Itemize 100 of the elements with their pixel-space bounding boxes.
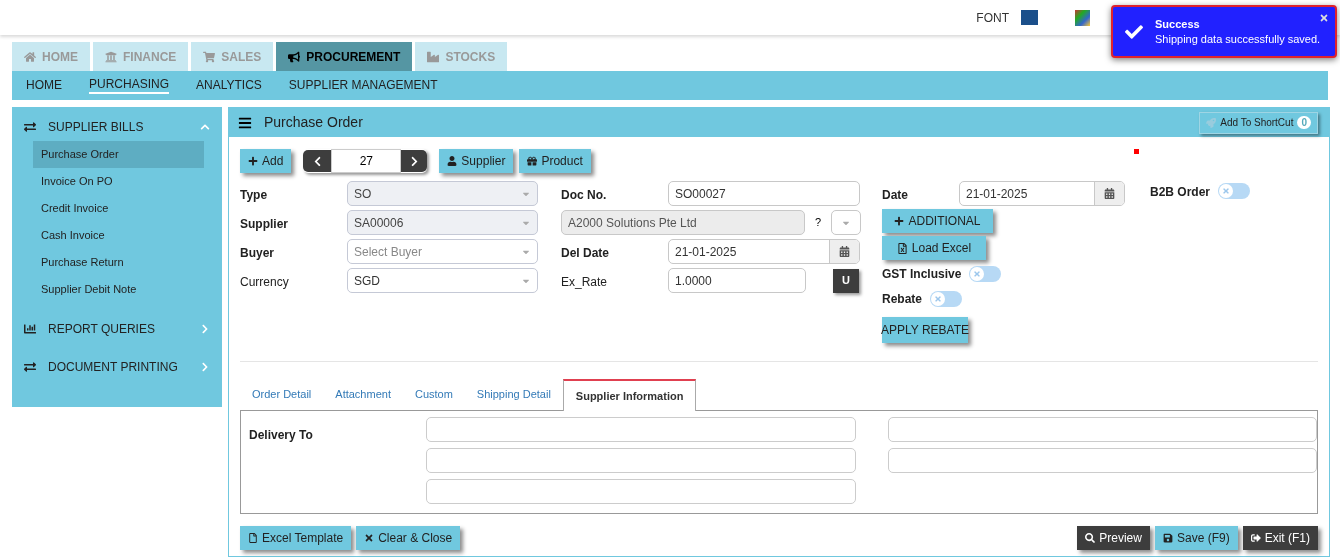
load-excel-button[interactable]: Load Excel	[882, 236, 986, 260]
toggle-switch[interactable]	[1218, 183, 1251, 199]
field-label: GST Inclusive	[882, 266, 962, 283]
supplier-name-field[interactable]: A2000 Solutions Pte Ltd	[561, 210, 805, 235]
record-number-field[interactable]: 27	[331, 149, 402, 173]
search-icon	[1085, 533, 1096, 543]
excel-template-button[interactable]: Excel Template	[240, 526, 352, 550]
field-label: Supplier	[240, 216, 288, 231]
chevron-up-icon	[200, 122, 210, 132]
bank-icon	[105, 50, 117, 63]
close-icon	[364, 533, 375, 543]
sidebar-item[interactable]: Invoice On PO	[33, 168, 204, 195]
currency-select[interactable]: SGD	[347, 268, 538, 293]
detail-tab[interactable]: Custom	[402, 378, 465, 410]
additional-button[interactable]: ADDITIONAL	[882, 209, 993, 233]
doc-no-field[interactable]: SO00027	[668, 181, 860, 206]
bar-chart-icon	[24, 323, 36, 335]
sub-nav-link[interactable]: PURCHASING	[89, 77, 169, 94]
sidebar-section[interactable]: DOCUMENT PRINTING	[12, 353, 222, 381]
sidebar-item[interactable]: Credit Invoice	[33, 195, 204, 222]
factory-icon	[427, 50, 440, 63]
close-icon[interactable]	[1319, 13, 1329, 23]
toast-message: Shipping data successfully saved.	[1155, 31, 1321, 47]
count-badge: 0	[1297, 116, 1311, 129]
cart-icon	[203, 50, 216, 63]
preview-button[interactable]: Preview	[1077, 526, 1150, 550]
address-input[interactable]	[888, 448, 1317, 473]
check-icon	[1125, 22, 1143, 41]
field-label: Date	[882, 187, 908, 202]
plus-icon	[248, 156, 258, 166]
house-icon	[24, 50, 36, 63]
sub-nav-link[interactable]: SUPPLIER MANAGEMENT	[288, 78, 438, 93]
calendar-icon	[1104, 188, 1115, 199]
plus-icon	[894, 216, 905, 226]
sidebar-item[interactable]: Purchase Return	[33, 249, 204, 276]
address-input[interactable]	[426, 417, 856, 442]
field-label: B2B Order	[1150, 184, 1211, 201]
field-label: Rebate	[882, 291, 922, 308]
detail-tab[interactable]: Order Detail	[240, 378, 324, 410]
sidebar-item[interactable]: Cash Invoice	[33, 222, 204, 249]
sidebar-section[interactable]: SUPPLIER BILLS	[12, 113, 222, 141]
module-tab[interactable]: PROCUREMENT	[276, 42, 413, 71]
font-size-icon[interactable]	[1021, 10, 1038, 25]
address-input[interactable]	[426, 479, 856, 504]
clear-close-button[interactable]: Clear & Close	[356, 526, 461, 550]
next-button[interactable]	[401, 150, 428, 172]
buyer-select[interactable]: Select Buyer	[347, 239, 538, 264]
type-select[interactable]: SO	[347, 181, 538, 206]
cross-icon	[1222, 187, 1231, 195]
exit-button[interactable]: Exit (F1)	[1242, 526, 1318, 550]
product-button[interactable]: Product	[519, 149, 591, 173]
spreadsheet-icon	[896, 242, 908, 254]
megaphone-icon	[288, 50, 301, 63]
chevron-right-icon	[200, 324, 210, 334]
ex-rate-field[interactable]: 1.0000	[668, 268, 806, 293]
detail-tab[interactable]: Supplier Information	[562, 379, 697, 411]
update-rate-button[interactable]: U	[833, 268, 859, 293]
sidebar-section[interactable]: REPORT QUERIES	[12, 315, 222, 343]
status-marker	[1134, 149, 1139, 154]
toast-title: Success	[1155, 16, 1200, 32]
field-label: Del Date	[561, 245, 610, 260]
calendar-icon	[839, 246, 850, 257]
address-input[interactable]	[426, 448, 856, 473]
field-label: Type	[240, 187, 268, 202]
del-date-field[interactable]: 21-01-2025	[668, 239, 860, 264]
dropdown-field[interactable]	[831, 210, 862, 235]
detail-tab[interactable]: Attachment	[323, 378, 403, 410]
arrows-icon	[24, 361, 36, 373]
menu-icon[interactable]	[238, 115, 252, 130]
toggle-switch[interactable]	[930, 291, 962, 307]
floppy-icon	[1162, 533, 1173, 543]
previous-button[interactable]	[303, 150, 332, 172]
sidebar-item[interactable]: Supplier Debit Note	[33, 276, 204, 303]
add-button[interactable]: Add	[240, 149, 292, 173]
field-label: Currency	[240, 274, 289, 289]
supplier-button[interactable]: Supplier	[439, 149, 514, 173]
detail-tab[interactable]: Shipping Detail	[464, 378, 563, 410]
font-label: FONT	[976, 9, 1009, 27]
rocket-icon	[1206, 117, 1217, 128]
palette-icon[interactable]	[1075, 9, 1090, 26]
file-icon	[248, 533, 258, 543]
field-label: Ex_Rate	[561, 274, 608, 289]
cross-icon	[973, 270, 982, 278]
panel-title: Purchase Order	[264, 113, 364, 132]
gift-icon	[527, 156, 538, 166]
supplier-select[interactable]: SA00006	[347, 210, 538, 235]
user-icon	[447, 156, 458, 166]
sub-nav-link[interactable]: ANALYTICS	[196, 78, 262, 93]
sidebar-item[interactable]: Purchase Order	[33, 141, 204, 168]
address-input[interactable]	[888, 417, 1317, 442]
field-label: Buyer	[240, 245, 274, 260]
help-label: ?	[815, 215, 822, 231]
add-shortcut-button[interactable]: Add To ShortCut 0	[1199, 111, 1318, 134]
sub-nav-link[interactable]: HOME	[26, 78, 62, 93]
field-label: Doc No.	[561, 187, 607, 202]
date-field[interactable]: 21-01-2025	[959, 181, 1125, 206]
cross-icon	[934, 295, 942, 303]
toggle-switch[interactable]	[969, 266, 1002, 282]
chevron-right-icon	[200, 362, 210, 372]
save-button[interactable]: Save (F9)	[1154, 526, 1238, 550]
